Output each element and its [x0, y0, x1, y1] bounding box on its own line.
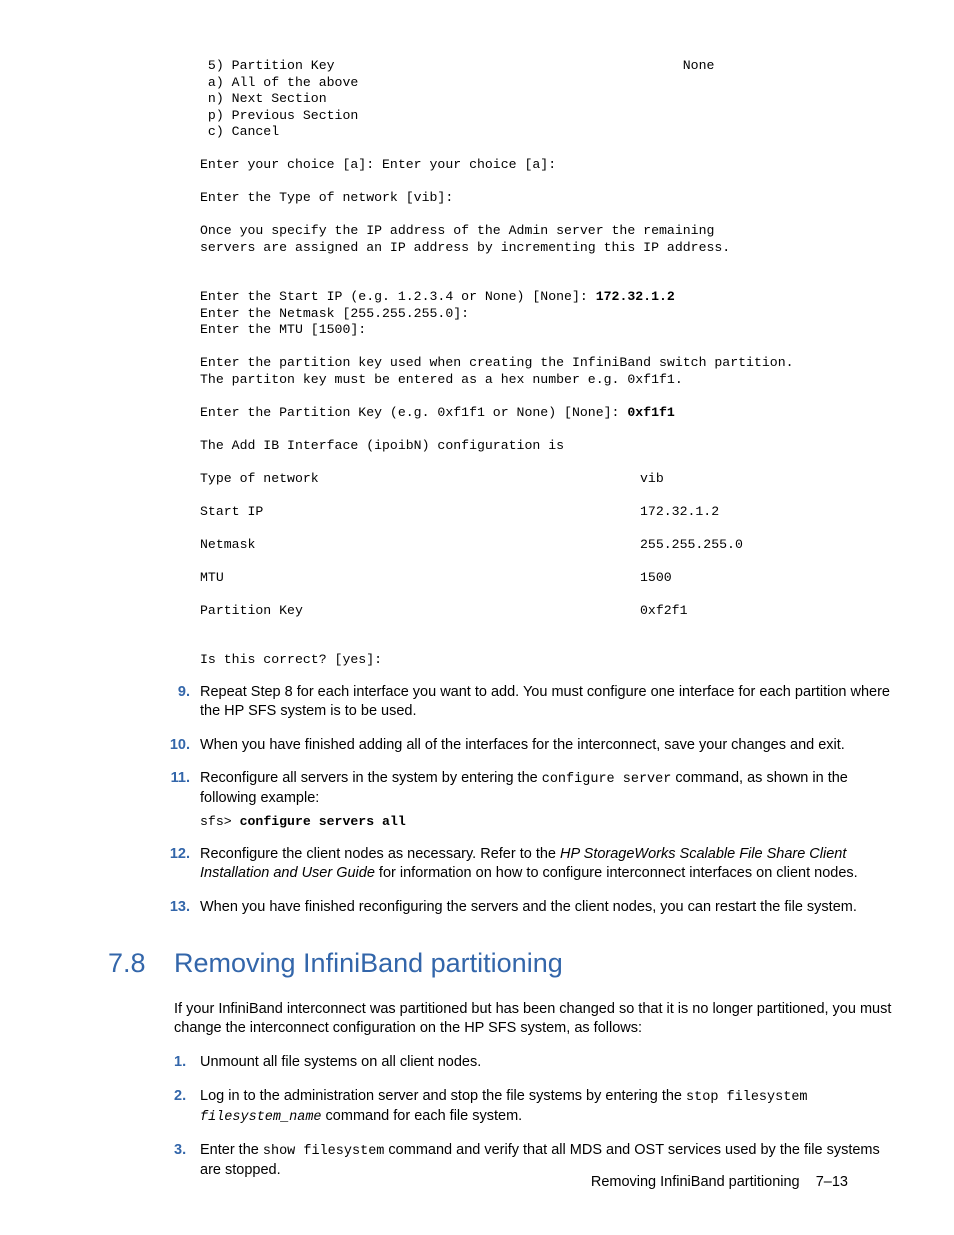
page-footer: Removing InfiniBand partitioning 7–13	[591, 1173, 848, 1193]
section-title: Removing InfiniBand partitioning	[174, 945, 563, 981]
section-heading: 7.8 Removing InfiniBand partitioning	[108, 945, 894, 981]
command-example: sfs> configure servers all	[200, 813, 894, 831]
step-text: Log in to the administration server and …	[200, 1088, 808, 1124]
inline-command: show filesystem	[263, 1144, 385, 1159]
step-11: 11. Reconfigure all servers in the syste…	[108, 769, 894, 831]
substep-1: 1. Unmount all file systems on all clien…	[108, 1053, 894, 1073]
inline-command: configure server	[542, 772, 672, 787]
section-intro: If your InfiniBand interconnect was part…	[174, 1000, 894, 1039]
step-text: Reconfigure the client nodes as necessar…	[200, 846, 858, 882]
step-text: When you have finished adding all of the…	[200, 737, 845, 753]
step-text: Unmount all file systems on all client n…	[200, 1054, 481, 1070]
step-text: When you have finished reconfiguring the…	[200, 899, 857, 915]
step-number: 1.	[174, 1053, 186, 1073]
section-number: 7.8	[108, 945, 166, 981]
step-12: 12. Reconfigure the client nodes as nece…	[108, 845, 894, 884]
footer-section-title: Removing InfiniBand partitioning	[591, 1174, 800, 1190]
step-number: 9.	[160, 683, 190, 703]
step-list-continued: 9. Repeat Step 8 for each interface you …	[108, 683, 894, 918]
step-number: 12.	[160, 845, 190, 865]
footer-page-number: 7–13	[816, 1174, 848, 1190]
step-number: 2.	[174, 1087, 186, 1107]
step-13: 13. When you have finished reconfiguring…	[108, 898, 894, 918]
substep-list: 1. Unmount all file systems on all clien…	[108, 1053, 894, 1181]
step-10: 10. When you have finished adding all of…	[108, 736, 894, 756]
terminal-output: 5) Partition Key None a) All of the abov…	[200, 58, 894, 669]
step-number: 3.	[174, 1141, 186, 1161]
step-number: 11.	[160, 769, 190, 789]
step-text: Repeat Step 8 for each interface you wan…	[200, 684, 890, 720]
command-param: filesystem_name	[200, 1110, 322, 1125]
substep-2: 2. Log in to the administration server a…	[108, 1087, 894, 1127]
inline-command: stop filesystem	[686, 1090, 808, 1105]
step-9: 9. Repeat Step 8 for each interface you …	[108, 683, 894, 722]
step-number: 10.	[160, 736, 190, 756]
step-number: 13.	[160, 898, 190, 918]
step-text: Reconfigure all servers in the system by…	[200, 770, 848, 806]
